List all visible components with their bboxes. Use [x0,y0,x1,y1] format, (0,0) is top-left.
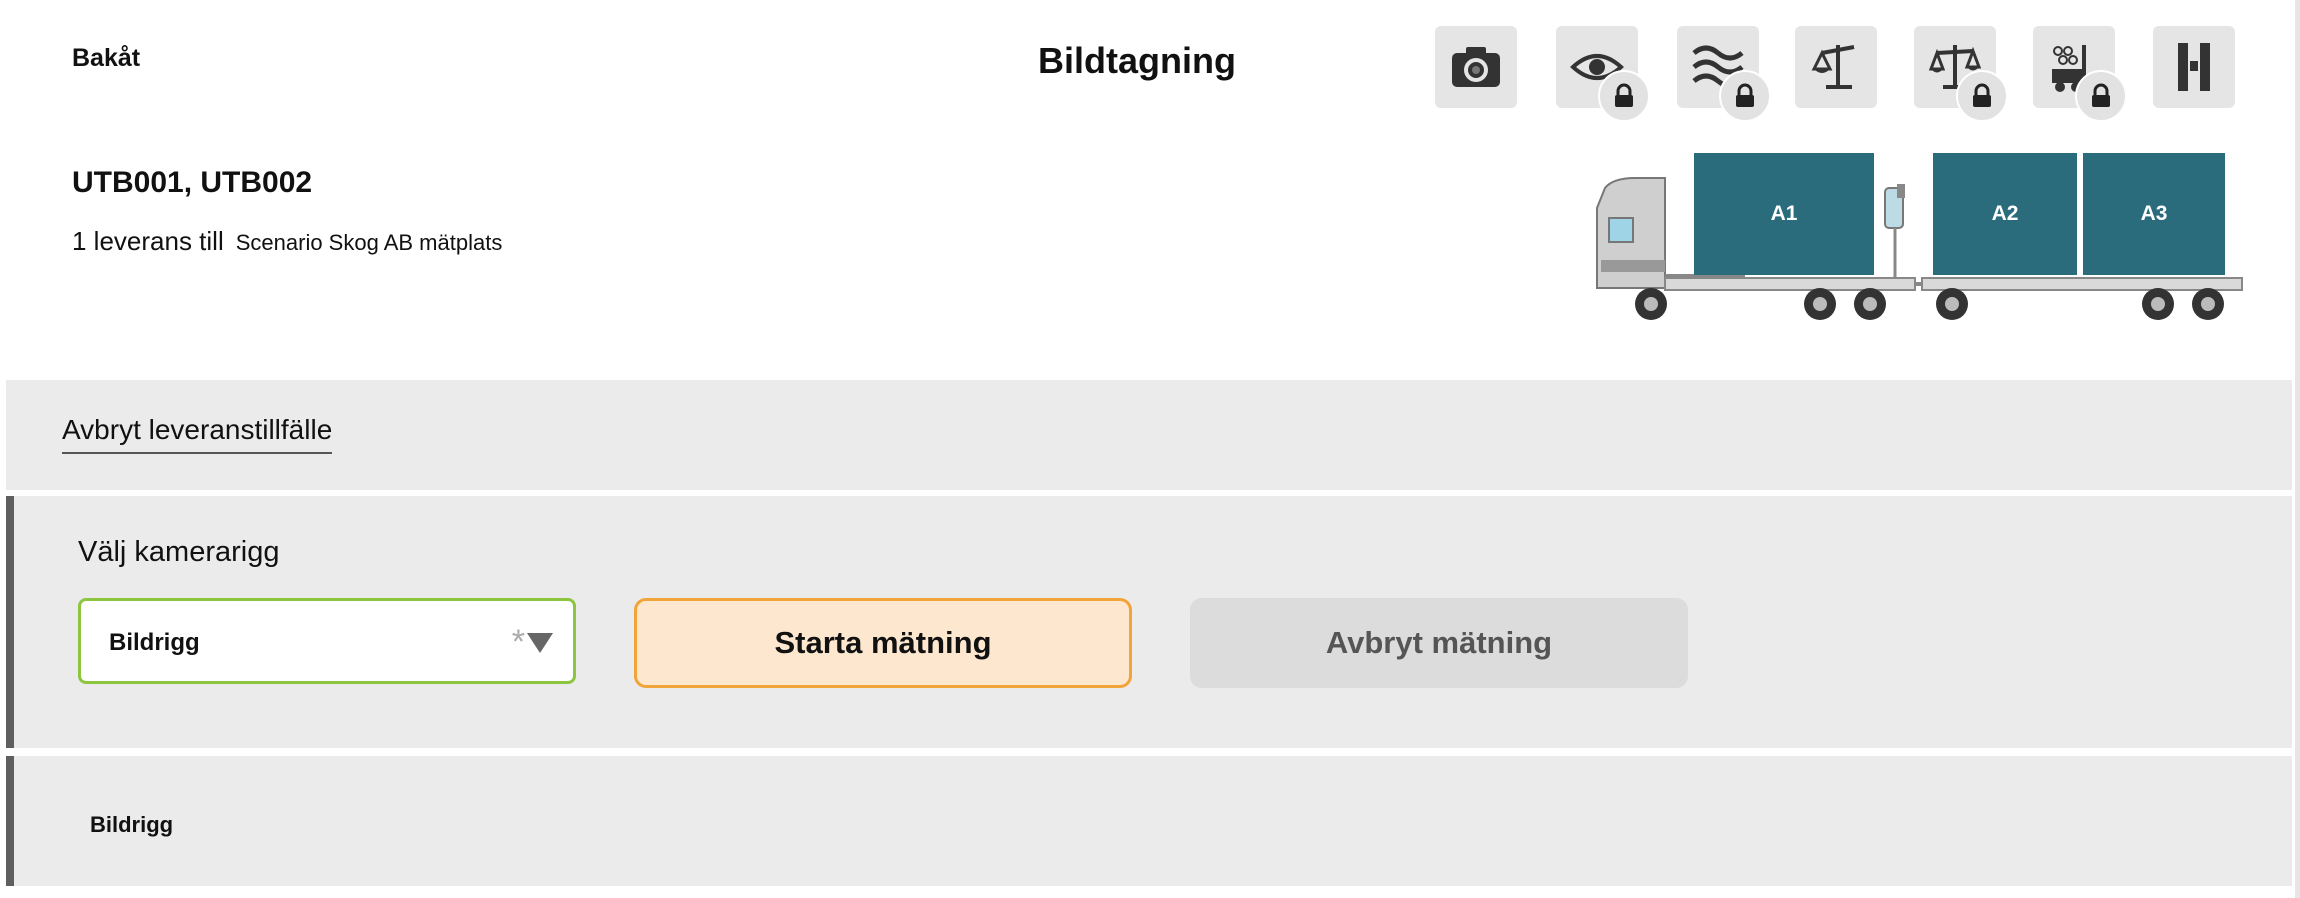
wheels [1635,288,2224,320]
lock-icon [1615,83,1633,107]
lock-icon [2092,83,2110,107]
road-icon [2178,43,2210,91]
delivery-count: 1 leverans till [72,226,224,256]
camera-icon [1452,47,1500,87]
start-measurement-button[interactable]: Starta mätning [634,598,1132,688]
balance-scale-button[interactable] [1914,26,2008,122]
moisture-button[interactable] [1677,26,1771,122]
crane-scale-button[interactable] [1795,26,1877,108]
required-mark: * [511,623,525,661]
lock-badge [1956,70,2008,122]
forklift-button[interactable] [2033,26,2127,122]
lock-icon [1736,83,1754,107]
load-a2-label: A2 [1992,202,2019,225]
trailer-bed [1921,277,2243,291]
camera-button[interactable] [1435,26,1517,108]
rig-value: Bildrigg [90,812,174,837]
camera-rig-select-value: Bildrigg [109,629,200,656]
abort-measurement-button[interactable]: Avbryt mätning [1190,598,1688,688]
delivery-destination: Scenario Skog AB mätplats [235,230,503,255]
delivery-ids: UTB001, UTB002 [72,166,313,199]
vehicle-illustration: A1 A2 A3 [1596,153,2243,320]
rig-section: Bildrigg [6,756,2292,886]
cancel-occasion-section: Avbryt leveranstillfälle [6,380,2292,490]
camera-rig-section: Välj kamerarigg Bildrigg * Starta mätnin… [6,496,2292,748]
app-screen: Bakåt Bildtagning UTB001, UTB002 1 lever… [0,0,2300,898]
lock-badge [1598,70,1650,122]
cancel-occasion-link[interactable]: Avbryt leveranstillfälle [62,414,333,454]
road-button[interactable] [2153,26,2235,108]
load-a3-label: A3 [2141,202,2168,225]
crane-scale-icon [1811,45,1855,89]
header: Bakåt Bildtagning UTB001, UTB002 1 lever… [0,0,2292,380]
crane [1884,184,1905,278]
visual-inspection-button[interactable] [1556,26,1650,122]
chevron-down-icon [527,633,553,653]
camera-rig-label: Välj kamerarigg [78,536,280,568]
load-a1[interactable]: A1 [1694,153,1874,275]
lock-badge [2075,70,2127,122]
camera-rig-select[interactable]: Bildrigg * [78,598,576,684]
right-edge-divider [2295,0,2300,898]
lock-badge [1719,70,1771,122]
lock-icon [1973,83,1991,107]
load-a3[interactable]: A3 [2083,153,2225,275]
truck-chassis [1664,277,1916,291]
load-a1-label: A1 [1771,202,1798,225]
page-title: Bildtagning [1038,40,1236,81]
back-link[interactable]: Bakåt [72,44,140,73]
load-a2[interactable]: A2 [1933,153,2077,275]
delivery-summary: 1 leverans till Scenario Skog AB mätplats [72,226,502,257]
